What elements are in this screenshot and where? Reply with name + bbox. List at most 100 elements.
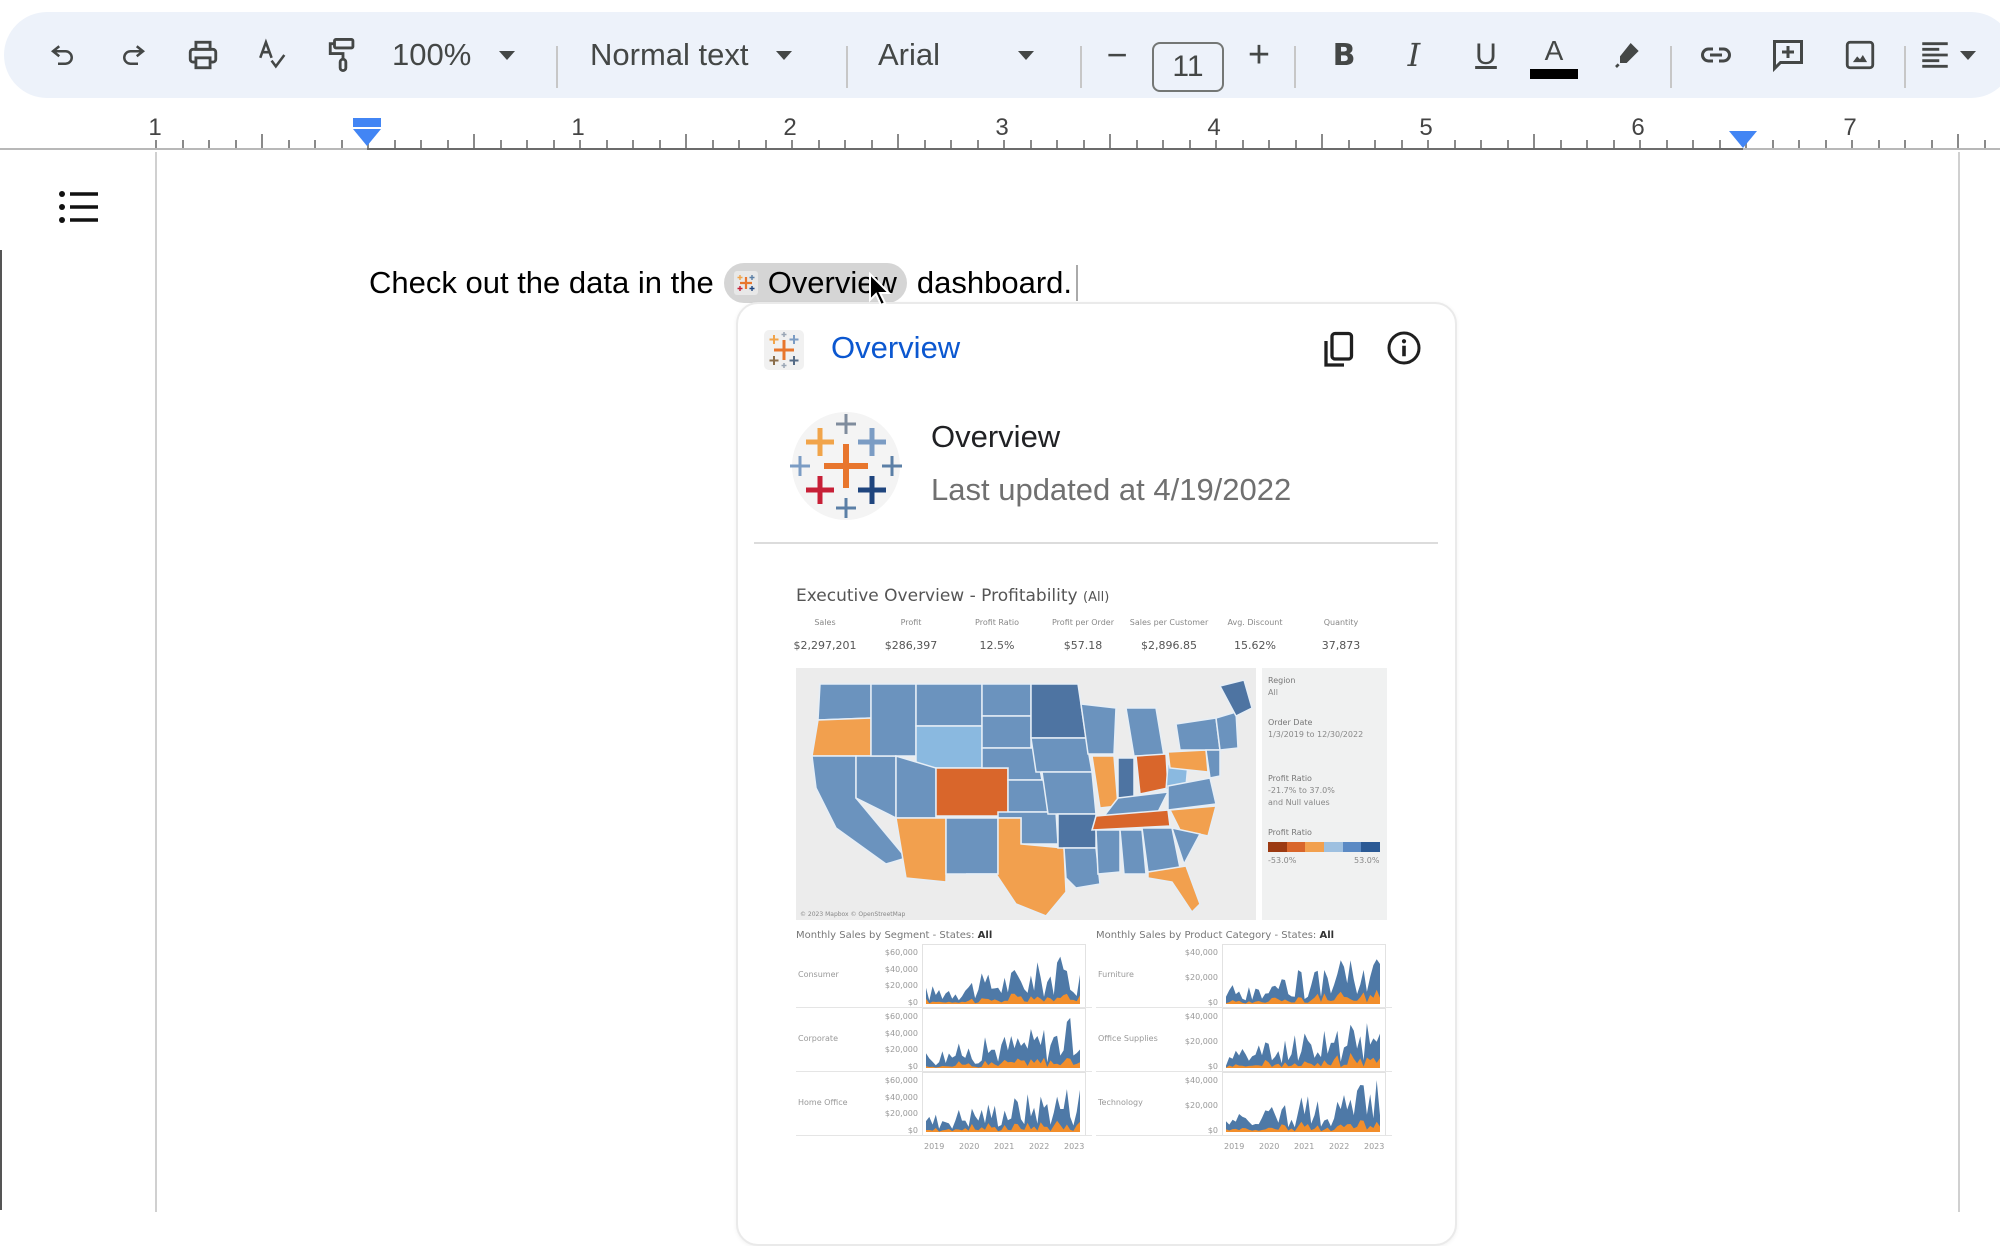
paint-format-button[interactable] xyxy=(310,12,376,98)
ruler-tick xyxy=(1613,140,1615,148)
ruler-tick xyxy=(1904,140,1906,148)
kpi-quantity: Quantity 37,873 xyxy=(1298,618,1384,652)
ruler-tick xyxy=(341,140,343,148)
ruler-tick xyxy=(1268,140,1270,148)
ruler-tick xyxy=(1189,140,1191,148)
ruler-tick xyxy=(1533,134,1535,148)
sales-area xyxy=(1226,1080,1380,1132)
kpi-label: Quantity xyxy=(1323,618,1359,627)
card-title-link[interactable]: Overview xyxy=(831,330,960,366)
mouse-pointer-icon xyxy=(869,272,892,307)
increase-font-size-button[interactable]: + xyxy=(1236,12,1282,98)
undo-button[interactable] xyxy=(30,12,96,98)
filter-value[interactable]: -21.7% to 37.0% xyxy=(1268,786,1335,795)
document-outline-button[interactable] xyxy=(56,186,102,230)
insert-link-button[interactable] xyxy=(1686,12,1746,98)
kpi-label: Sales per Customer xyxy=(1129,618,1209,627)
info-button[interactable] xyxy=(1386,330,1422,371)
toolbar-divider xyxy=(846,46,848,88)
row-label: Home Office xyxy=(798,1098,848,1107)
state-wi xyxy=(1080,703,1117,755)
filter-label: Order Date xyxy=(1268,718,1313,727)
filter-label: Profit Ratio xyxy=(1268,774,1312,783)
sales-area xyxy=(1226,959,1380,1004)
copy-icon xyxy=(1324,331,1354,367)
y-tick-label: $40,000 xyxy=(884,964,918,974)
profit-ratio-map: © 2023 Mapbox © OpenStreetMap xyxy=(796,668,1256,920)
ruler[interactable]: 1 1 2 3 4 5 6 7 xyxy=(0,98,2000,152)
filter-value[interactable]: All xyxy=(1268,688,1278,697)
x-tick-label: 2020 xyxy=(1259,1142,1280,1151)
ruler-tick xyxy=(1162,140,1164,148)
ruler-tick xyxy=(765,140,767,148)
ruler-tick xyxy=(1984,140,1986,148)
italic-button[interactable]: I xyxy=(1384,12,1444,98)
legend-swatch xyxy=(1286,842,1306,852)
underline-icon: U xyxy=(1475,38,1497,71)
left-indent-marker[interactable] xyxy=(353,129,381,146)
row-label: Consumer xyxy=(798,970,839,979)
state-la xyxy=(1063,847,1101,889)
font-size-input[interactable]: 11 xyxy=(1152,42,1224,92)
document-paragraph[interactable]: Check out the data in the Overview dashb… xyxy=(369,262,1079,304)
row-divider xyxy=(796,1135,1092,1136)
ruler-tick xyxy=(606,140,608,148)
align-select[interactable] xyxy=(1918,12,2000,98)
ruler-tick xyxy=(1692,140,1694,148)
copy-link-button[interactable] xyxy=(1320,330,1356,375)
row-label: Corporate xyxy=(798,1034,838,1043)
spellcheck-button[interactable] xyxy=(240,12,306,98)
redo-button[interactable] xyxy=(100,12,166,98)
ruler-tick xyxy=(1136,140,1138,148)
legend-label: Profit Ratio xyxy=(1268,828,1312,837)
dashboard-thumbnail[interactable]: Executive Overview - Profitability (All)… xyxy=(794,574,1406,1204)
highlight-color-button[interactable] xyxy=(1598,12,1658,98)
highlighter-icon xyxy=(1615,43,1639,68)
info-icon xyxy=(1387,331,1421,365)
state-mo xyxy=(1041,771,1097,815)
y-tick-label: $20,000 xyxy=(884,981,918,991)
font-select[interactable]: Arial xyxy=(878,12,1054,98)
ruler-tick xyxy=(288,140,290,148)
style-select[interactable]: Normal text xyxy=(590,12,820,98)
ruler-tick xyxy=(420,140,422,148)
ruler-label: 5 xyxy=(1419,114,1433,141)
ruler-tick xyxy=(1242,140,1244,148)
underline-button[interactable]: U xyxy=(1456,12,1516,98)
zoom-select[interactable]: 100% xyxy=(392,12,542,98)
category-chart-title-text: Monthly Sales by Product Category - Stat… xyxy=(1096,930,1317,941)
text-color-button[interactable]: A xyxy=(1524,12,1584,98)
ruler-tick xyxy=(314,140,316,148)
paint-format-icon xyxy=(328,38,355,72)
right-indent-marker[interactable] xyxy=(1729,131,1757,148)
spellcheck-icon xyxy=(259,38,286,69)
insert-image-button[interactable] xyxy=(1830,12,1890,98)
profit-ratio-legend xyxy=(1268,842,1381,852)
decrease-font-size-button[interactable]: − xyxy=(1094,12,1140,98)
y-tick-label: $20,000 xyxy=(1184,1101,1218,1110)
add-comment-button[interactable] xyxy=(1758,12,1818,98)
y-tick-label: $20,000 xyxy=(1184,1037,1218,1046)
ruler-tick xyxy=(977,140,979,148)
print-button[interactable] xyxy=(170,12,236,98)
bold-icon: B xyxy=(1332,37,1356,73)
dashboard-title-text: Executive Overview - Profitability xyxy=(796,586,1078,606)
y-tick-label: $60,000 xyxy=(884,948,918,957)
kpi-value: $57.18 xyxy=(1063,639,1103,652)
ruler-tick xyxy=(1772,140,1774,148)
y-tick-label: $0 xyxy=(1207,1062,1218,1071)
filter-value[interactable]: 1/3/2019 to 12/30/2022 xyxy=(1268,730,1363,739)
x-tick-label: 2019 xyxy=(1224,1142,1245,1151)
toolbar-divider xyxy=(556,46,558,88)
text-cursor xyxy=(1076,265,1079,301)
legend-max: 53.0% xyxy=(1354,856,1380,865)
link-icon xyxy=(1701,47,1731,63)
ruler-tick xyxy=(685,134,687,148)
first-line-indent-marker[interactable] xyxy=(353,118,381,127)
segment-chart-title: Monthly Sales by Segment - States: All xyxy=(796,930,992,941)
kpi-profit: Profit $286,397 xyxy=(868,618,954,652)
kpi-value: 15.62% xyxy=(1234,639,1276,652)
category-chart: Furniture $40,000 $20,000 $0 Office Supplies… xyxy=(1096,944,1392,1174)
bold-button[interactable]: B xyxy=(1314,12,1374,98)
chevron-down-icon xyxy=(1960,50,1976,60)
